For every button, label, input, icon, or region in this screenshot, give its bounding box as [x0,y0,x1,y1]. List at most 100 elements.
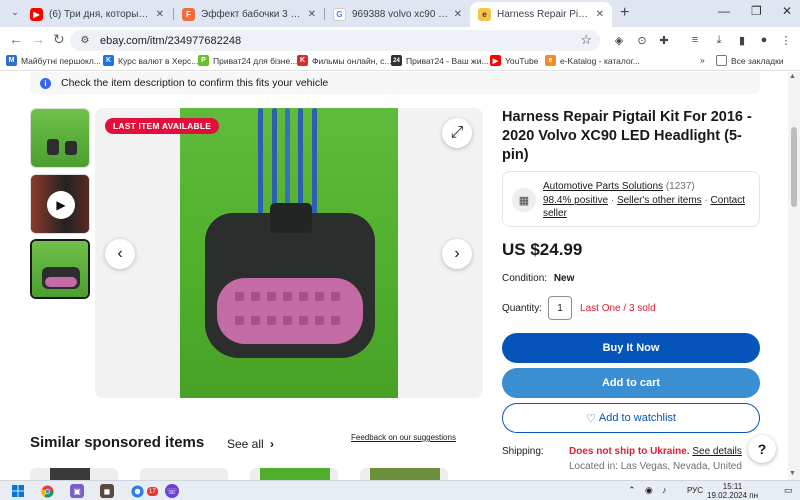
windows-start-icon[interactable] [11,484,25,498]
quantity-row: Quantity: 1 Last One / 3 sold [502,296,656,320]
see-all-label: See all [227,437,264,451]
seller-links-line: 98.4% positive · Seller's other items · … [543,194,753,220]
site-info-icon[interactable]: ⚙ [78,34,92,48]
shield-extension-icon[interactable]: ◈ [612,33,626,47]
google-icon: G [333,8,346,21]
viber-icon[interactable]: ☏ [165,484,179,498]
tab-title: (6) Три дня, которые изменили [49,9,152,20]
bookmark-item[interactable]: K Фильмы онлайн, с... [297,55,392,66]
gallery-thumbnail-1[interactable] [30,108,90,168]
bookmark-label: Приват24 для бізне... [213,55,298,66]
seller-positive-link[interactable]: 98.4% positive [543,195,608,206]
tab-youtube[interactable]: ▶ (6) Три дня, которые изменили ✕ [22,2,172,27]
tab-ebay-active[interactable]: e Harness Repair Pigtail Kit For 20 ✕ [470,2,612,27]
forward-icon[interactable]: → [31,31,45,47]
close-tab-icon[interactable]: ✕ [308,9,316,20]
item-location: Located in: Las Vegas, Nevada, United [569,461,742,472]
bookmark-star-icon[interactable]: ☆ [580,32,592,48]
main-image-viewer[interactable] [95,108,483,398]
shipping-value: Does not ship to Ukraine. See details [569,446,742,457]
bookmark-item[interactable]: 24 Приват24 - Ваш жи... [391,55,489,66]
gallery-thumbnail-selected[interactable] [30,239,90,299]
system-clock[interactable]: 15:11 19.02.2024 пн [707,482,758,500]
bookmark-favicon-icon: M [6,55,17,66]
similar-item-card[interactable] [30,468,118,480]
folder-icon [716,55,727,66]
media-app-icon[interactable]: ◼ [100,484,114,498]
scroll-up-icon[interactable]: ▲ [789,73,796,80]
play-icon: ▶ [47,191,75,219]
browser-app-icon[interactable] [130,484,144,498]
add-to-cart-button[interactable]: Add to cart [502,368,760,398]
item-title: Harness Repair Pigtail Kit For 2016 - 20… [502,109,752,163]
buy-it-now-button[interactable]: Buy It Now [502,333,760,363]
page-scrollbar[interactable]: ▲ ▼ [788,72,800,480]
tab-filmix[interactable]: F Эффект бабочки 3 смотреть о ✕ [174,2,324,27]
clock-time: 15:11 [722,482,743,491]
all-bookmarks[interactable]: Все закладки [716,55,784,66]
separator-dot: · [608,195,617,206]
bookmark-label: Фильмы онлайн, с... [312,55,392,66]
menu-list-icon[interactable]: ≡ [688,33,702,47]
profile-icon[interactable]: ● [757,33,771,47]
add-to-cart-label: Add to cart [601,377,661,389]
clock-date: 19.02.2024 [707,491,748,500]
clock-day: пн [749,491,759,500]
reload-icon[interactable]: ↻ [53,31,65,48]
tray-overflow-icon[interactable]: ⌃ [628,485,636,496]
close-tab-icon[interactable]: ✕ [156,9,164,20]
close-tab-icon[interactable]: ✕ [454,9,462,20]
add-to-watchlist-button[interactable]: ♡ Add to watchlist [502,403,760,433]
close-tab-icon[interactable]: ✕ [596,9,604,20]
save-app-icon[interactable]: ▣ [70,484,84,498]
close-window-icon[interactable]: ✕ [782,4,792,18]
notification-badge: 17 [147,487,158,496]
quantity-label: Quantity: [502,302,543,314]
network-icon[interactable]: ◉ [645,485,653,496]
bookmark-item[interactable]: P Приват24 для бізне... [198,55,297,66]
bookmark-label: Курс валют в Херс... [118,55,199,66]
scrollbar-thumb[interactable] [791,127,797,207]
similar-item-card[interactable] [360,468,448,480]
next-image-button[interactable]: › [442,239,472,269]
bookmark-item[interactable]: M Майбутні першокл... [6,55,101,66]
volume-icon[interactable]: ♪ [662,485,667,495]
bookmark-item[interactable]: ▶ YouTube [490,55,538,66]
vpn-extension-icon[interactable]: ⊙ [635,33,649,47]
new-tab-button[interactable]: + [620,4,629,22]
extensions-icon[interactable]: ✚ [657,33,671,47]
similar-item-card[interactable] [250,468,338,480]
seller-name-link[interactable]: Automotive Parts Solutions [543,181,663,192]
bookmark-item[interactable]: e e-Katalog - каталог... [545,55,640,66]
scroll-down-icon[interactable]: ▼ [789,470,796,477]
download-icon[interactable]: ⤓ [712,33,726,47]
seller-other-items-link[interactable]: Seller's other items [617,195,702,206]
previous-image-button[interactable]: ‹ [105,239,135,269]
bookmarks-overflow-icon[interactable]: » [700,55,705,65]
bookmark-favicon-icon: 24 [391,55,402,66]
windows-taskbar: ▣ ◼ 17 ☏ ⌃ ◉ ♪ РУС 15:11 19.02.2024 пн ▭ [0,480,800,500]
tab-google[interactable]: G 969388 volvo xc90 - Поиск в G ✕ [325,2,470,27]
language-indicator[interactable]: РУС [687,486,703,495]
address-bar[interactable]: ⚙ ebay.com/itm/234977682248 ☆ [70,30,600,51]
feedback-suggestions-link[interactable]: Feedback on our suggestions [351,433,456,442]
chrome-icon[interactable] [40,484,54,498]
bookmark-item[interactable]: K Курс валют в Херс... [103,55,198,66]
expand-icon[interactable]: ⤢ [442,118,472,148]
see-all-link[interactable]: See all › [227,437,274,451]
similar-item-card[interactable] [140,468,228,480]
minimize-icon[interactable]: — [718,4,730,18]
url-text: ebay.com/itm/234977682248 [100,34,242,47]
heart-icon: ♡ [586,412,596,425]
restore-icon[interactable]: ❐ [751,4,762,18]
help-button[interactable]: ? [748,435,776,463]
quantity-input[interactable]: 1 [548,296,573,320]
gallery-thumbnail-video[interactable]: ▶ [30,174,90,234]
back-icon[interactable]: ← [9,31,23,47]
see-details-link[interactable]: See details [692,446,741,457]
tab-search-icon[interactable]: ⌄ [8,5,22,19]
notifications-icon[interactable]: ▭ [784,485,793,496]
side-panel-icon[interactable]: ▮ [735,33,749,47]
feedback-count: (1237) [665,181,695,192]
more-menu-icon[interactable]: ⋮ [779,33,793,47]
